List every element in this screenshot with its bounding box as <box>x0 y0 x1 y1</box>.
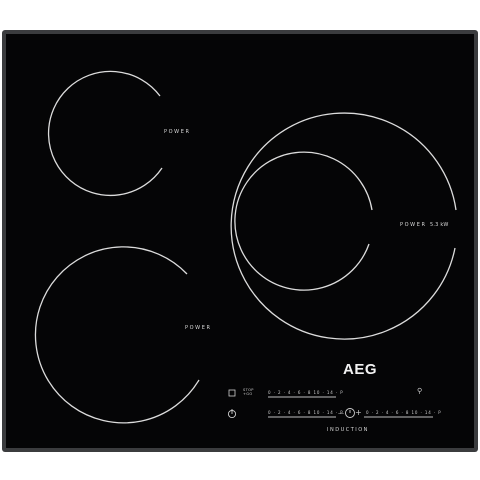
zone-front-left-label: POWER <box>185 325 212 331</box>
stop-go-label[interactable]: STOP +GO <box>243 388 254 396</box>
zone-rear-left-label: POWER <box>164 129 191 135</box>
glass-panel <box>6 34 474 448</box>
timer-minus-button[interactable]: — <box>338 409 344 418</box>
power-scale-lower-left: 0 · 2 · 4 · 6 · 8 10 · 14 · P <box>268 410 344 415</box>
zone-right-label: POWER <box>400 222 427 228</box>
zone-right-rating: 5.3 kW <box>430 222 449 228</box>
induction-label: INDUCTION <box>327 427 369 433</box>
induction-hob <box>2 30 478 452</box>
brand-logo: AEG <box>343 361 378 378</box>
power-scale-upper: 0 · 2 · 4 · 6 · 8 10 · 14 · P <box>268 390 344 395</box>
power-scale-lower-right: 0 · 2 · 4 · 6 · 8 10 · 14 · P <box>366 410 442 415</box>
timer-plus-button[interactable]: + <box>355 408 362 417</box>
child-lock-icon[interactable]: ⚲ <box>417 387 422 396</box>
